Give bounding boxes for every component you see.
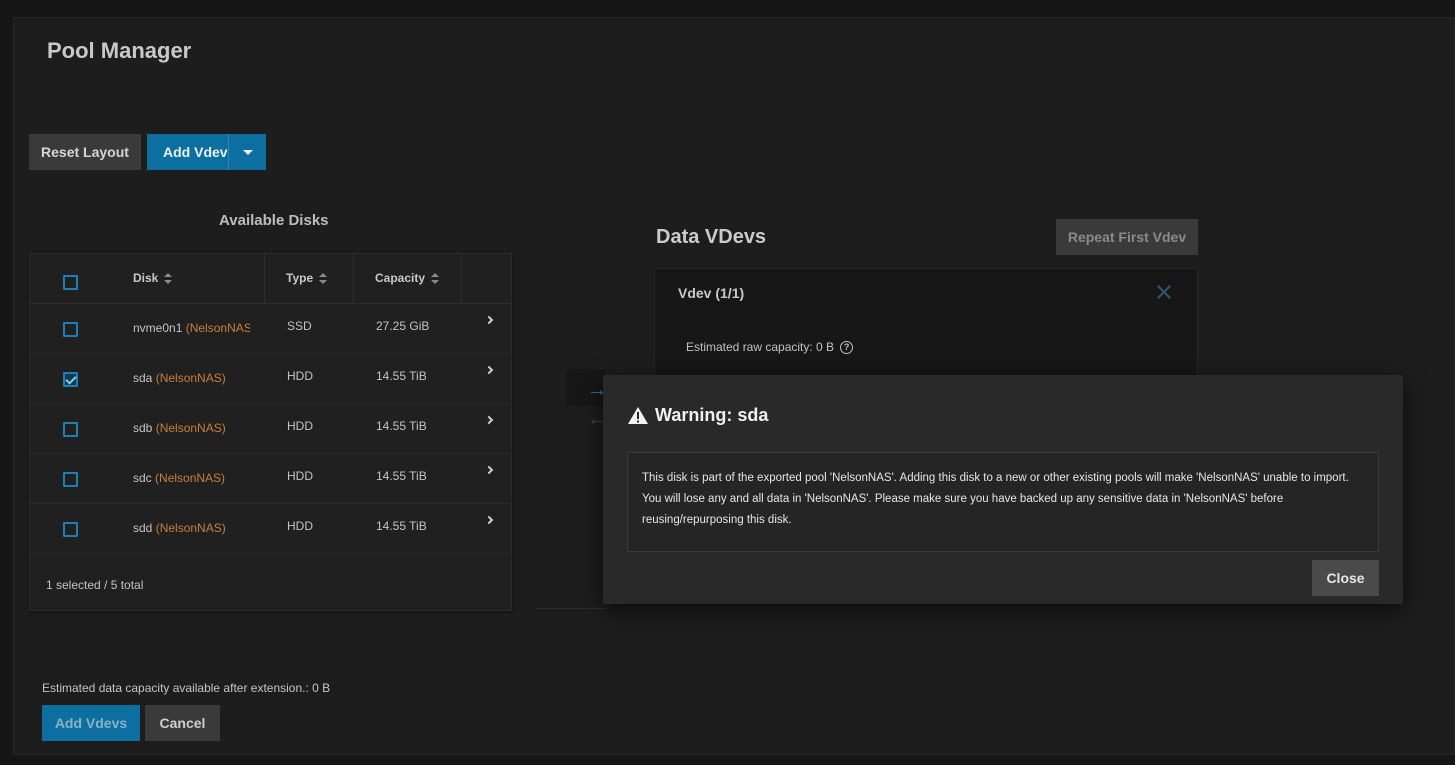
cancel-button[interactable]: Cancel — [145, 705, 220, 741]
table-row[interactable]: sda (NelsonNAS) HDD 14.55 TiB — [30, 354, 511, 404]
available-disks-title: Available Disks — [219, 212, 329, 229]
move-to-vdev-button[interactable]: → — [566, 369, 607, 406]
disk-name: sda — [133, 371, 153, 385]
disk-name-cell: nvme0n1 (NelsonNAS) — [133, 321, 250, 335]
disk-pool-label: (NelsonNAS) — [185, 321, 250, 335]
disk-capacity: 14.55 TiB — [376, 369, 427, 383]
disk-capacity: 27.25 GiB — [376, 319, 430, 333]
disk-pool-label: (NelsonNAS) — [155, 521, 226, 535]
selection-count: 1 selected / 5 total — [46, 578, 144, 592]
column-separator[interactable] — [461, 254, 462, 304]
table-row[interactable]: nvme0n1 (NelsonNAS) SSD 27.25 GiB — [30, 304, 511, 354]
column-label: Disk — [133, 271, 159, 285]
disk-name-cell: sdc (NelsonNAS) — [133, 471, 250, 485]
disk-pool-label: (NelsonNAS) — [155, 471, 226, 485]
column-label: Type — [286, 271, 314, 285]
disk-type: HDD — [287, 469, 313, 483]
column-header-type[interactable]: Type — [286, 271, 328, 285]
chevron-right-icon[interactable] — [484, 365, 494, 375]
table-row[interactable]: sdd (NelsonNAS) HDD 14.55 TiB — [30, 504, 511, 554]
table-header: Disk Type Capacity — [30, 254, 511, 304]
caret-down-icon[interactable] — [243, 150, 253, 155]
sort-icon — [431, 272, 440, 284]
vdev-title: Vdev (1/1) — [678, 285, 745, 301]
disk-name: sdb — [133, 421, 153, 435]
divider — [537, 608, 607, 609]
data-vdevs-title: Data VDevs — [656, 226, 767, 248]
disk-name: sdc — [133, 471, 152, 485]
row-checkbox[interactable] — [63, 322, 78, 337]
estimated-raw-capacity: Estimated raw capacity: 0 B ? — [686, 340, 854, 354]
sort-icon — [164, 272, 173, 284]
warning-icon — [627, 406, 649, 425]
add-vdev-button[interactable]: Add Vdev — [147, 134, 266, 170]
close-button[interactable]: Close — [1312, 560, 1379, 596]
estimated-raw-text: Estimated raw capacity: 0 B — [686, 340, 835, 354]
sort-icon — [319, 272, 328, 284]
select-all-checkbox[interactable] — [63, 275, 78, 290]
disk-capacity: 14.55 TiB — [376, 519, 427, 533]
row-checkbox[interactable] — [63, 472, 78, 487]
disk-name: nvme0n1 — [133, 321, 183, 335]
disk-pool-label: (NelsonNAS) — [155, 421, 226, 435]
add-vdev-label: Add Vdev — [163, 144, 228, 160]
chevron-right-icon[interactable] — [484, 415, 494, 425]
estimated-capacity-text: Estimated data capacity available after … — [42, 681, 331, 695]
row-checkbox[interactable] — [63, 422, 78, 437]
column-label: Capacity — [375, 271, 426, 285]
dialog-title: Warning: sda — [627, 405, 768, 426]
chevron-right-icon[interactable] — [484, 465, 494, 475]
disk-capacity: 14.55 TiB — [376, 469, 427, 483]
help-icon[interactable]: ? — [840, 340, 854, 354]
add-vdevs-button[interactable]: Add Vdevs — [42, 705, 140, 741]
table-row[interactable]: sdb (NelsonNAS) HDD 14.55 TiB — [30, 404, 511, 454]
disk-name-cell: sda (NelsonNAS) — [133, 371, 250, 385]
column-separator[interactable] — [353, 254, 354, 304]
disk-pool-label: (NelsonNAS) — [155, 371, 226, 385]
disk-type: HDD — [287, 369, 313, 383]
chevron-right-icon[interactable] — [484, 315, 494, 325]
page-title: Pool Manager — [47, 38, 192, 63]
close-icon[interactable] — [1157, 285, 1171, 299]
disk-name: sdd — [133, 521, 153, 535]
chevron-right-icon[interactable] — [484, 515, 494, 525]
dialog-message: This disk is part of the exported pool '… — [627, 452, 1379, 552]
disk-type: HDD — [287, 519, 313, 533]
row-checkbox[interactable] — [63, 522, 78, 537]
column-header-disk[interactable]: Disk — [133, 271, 173, 285]
reset-layout-button[interactable]: Reset Layout — [29, 134, 141, 170]
column-separator[interactable] — [264, 254, 265, 304]
column-header-capacity[interactable]: Capacity — [375, 271, 440, 285]
repeat-first-vdev-button[interactable]: Repeat First Vdev — [1056, 219, 1198, 255]
disk-name-cell: sdd (NelsonNAS) — [133, 521, 250, 535]
disk-name-cell: sdb (NelsonNAS) — [133, 421, 250, 435]
table-row[interactable]: sdc (NelsonNAS) HDD 14.55 TiB — [30, 454, 511, 504]
disk-capacity: 14.55 TiB — [376, 419, 427, 433]
disk-type: SSD — [287, 319, 312, 333]
dialog-title-text: Warning: sda — [655, 405, 769, 425]
row-checkbox[interactable] — [63, 372, 78, 387]
disk-type: HDD — [287, 419, 313, 433]
vdev-card: Vdev (1/1) Estimated raw capacity: 0 B ? — [654, 268, 1198, 378]
available-disks-table: Disk Type Capacity nvme0n1 (NelsonNAS) S… — [29, 253, 512, 611]
warning-dialog: Warning: sda This disk is part of the ex… — [603, 375, 1403, 604]
split-divider — [228, 134, 229, 170]
